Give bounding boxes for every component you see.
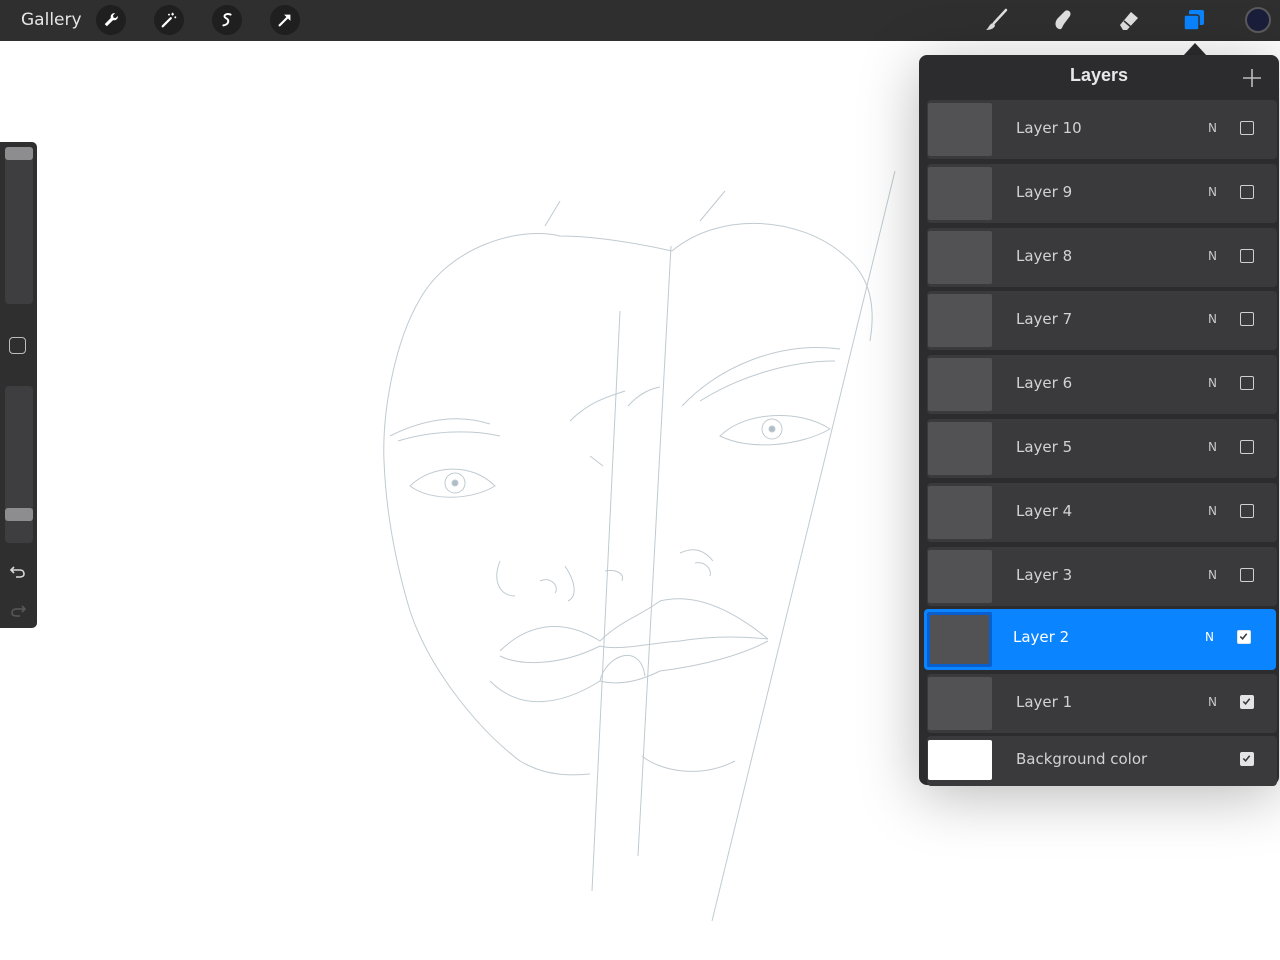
check-icon [1239, 633, 1248, 641]
layer-visibility-checkbox[interactable] [1237, 630, 1251, 645]
left-sidebar [0, 142, 37, 628]
blend-mode-button[interactable]: N [1205, 630, 1214, 644]
undo-icon[interactable] [8, 561, 28, 581]
layer-name: Layer 5 [1016, 438, 1073, 456]
background-color-row[interactable]: Background color [927, 736, 1277, 786]
layer-row[interactable]: Layer 10 N [927, 100, 1277, 159]
eraser-icon [1120, 12, 1138, 30]
layer-visibility-checkbox[interactable] [1240, 312, 1254, 327]
color-picker-button[interactable] [1245, 7, 1271, 33]
opacity-slider[interactable] [5, 386, 33, 543]
layer-visibility-checkbox[interactable] [1240, 248, 1254, 263]
background-visibility-checkbox[interactable] [1240, 752, 1254, 766]
gallery-button[interactable]: Gallery [21, 10, 82, 30]
layer-row[interactable]: Layer 7 N [927, 291, 1277, 351]
brush-size-thumb[interactable] [5, 147, 33, 160]
layer-thumbnail[interactable] [928, 549, 992, 603]
top-toolbar: Gallery [0, 0, 1280, 41]
layer-name: Layer 3 [1016, 565, 1073, 584]
layers-panel: Layers Layer 10 N Layer 9 N Layer 8 N Layer 7 N… [919, 55, 1279, 786]
layer-visibility-checkbox[interactable] [1240, 184, 1254, 199]
layer-visibility-checkbox[interactable] [1240, 376, 1254, 391]
layer-visibility-checkbox[interactable] [1240, 695, 1254, 710]
blend-mode-button[interactable]: N [1208, 185, 1217, 199]
blend-mode-button[interactable]: N [1208, 695, 1217, 709]
layer-thumbnail[interactable] [928, 422, 992, 475]
layer-row[interactable]: Layer 4 N [927, 482, 1277, 542]
transform-arrow-icon [278, 14, 291, 27]
layer-row[interactable]: Layer 2 N [924, 609, 1276, 671]
layer-thumbnail[interactable] [928, 166, 992, 220]
layer-row[interactable]: Layer 5 N [927, 419, 1277, 478]
layer-row[interactable]: Layer 3 N [927, 546, 1277, 606]
smudge-icon [1055, 10, 1071, 30]
layers-panel-title: Layers [1069, 65, 1129, 85]
layer-name: Layer 1 [1016, 693, 1073, 712]
layer-visibility-checkbox[interactable] [1240, 567, 1254, 582]
actions-wrench-button[interactable] [96, 5, 126, 35]
layer-name: Layer 4 [1016, 501, 1073, 520]
brush-size-slider[interactable] [5, 147, 33, 304]
layer-name: Background color [1016, 750, 1148, 768]
layer-row[interactable]: Layer 8 N [927, 227, 1277, 287]
layer-name: Layer 7 [1016, 310, 1073, 329]
check-icon [1242, 755, 1251, 762]
layer-thumbnail[interactable] [928, 677, 992, 731]
layer-name: Layer 2 [1013, 628, 1070, 647]
modify-button[interactable] [9, 337, 26, 354]
blend-mode-button[interactable]: N [1208, 568, 1217, 582]
background-thumbnail[interactable] [928, 740, 992, 780]
adjustments-button[interactable] [154, 5, 184, 35]
layer-thumbnail[interactable] [928, 230, 992, 284]
blend-mode-button[interactable]: N [1208, 504, 1217, 518]
layer-visibility-checkbox[interactable] [1240, 503, 1254, 518]
blend-mode-button[interactable]: N [1208, 249, 1217, 263]
redo-icon[interactable] [8, 600, 28, 620]
layer-visibility-checkbox[interactable] [1240, 121, 1254, 135]
check-icon [1242, 698, 1251, 706]
layer-thumbnail[interactable] [927, 612, 992, 668]
selection-s-icon [222, 13, 232, 27]
layers-icon [1183, 10, 1204, 31]
brush-button[interactable] [982, 5, 1012, 35]
layer-visibility-checkbox[interactable] [1240, 440, 1254, 454]
magic-wand-icon [161, 12, 177, 28]
layer-thumbnail[interactable] [928, 294, 992, 348]
blend-mode-button[interactable]: N [1208, 376, 1217, 390]
opacity-thumb[interactable] [5, 508, 33, 522]
layer-row[interactable]: Layer 6 N [927, 355, 1277, 415]
eraser-button[interactable] [1114, 5, 1144, 35]
blend-mode-button[interactable]: N [1208, 121, 1217, 135]
layer-name: Layer 9 [1016, 182, 1073, 201]
brush-icon [986, 8, 1008, 30]
layer-thumbnail[interactable] [928, 358, 992, 412]
layer-row[interactable]: Layer 1 N [927, 674, 1277, 734]
layer-row[interactable]: Layer 9 N [927, 163, 1277, 223]
blend-mode-button[interactable]: N [1208, 440, 1217, 454]
layers-button[interactable] [1179, 5, 1209, 35]
layer-name: Layer 6 [1016, 374, 1073, 393]
wrench-icon [104, 13, 118, 27]
selection-button[interactable] [212, 5, 242, 35]
add-layer-button[interactable] [1241, 67, 1263, 89]
smudge-button[interactable] [1048, 5, 1078, 35]
layer-name: Layer 8 [1016, 246, 1073, 265]
layer-name: Layer 10 [1016, 119, 1082, 137]
layer-thumbnail[interactable] [928, 485, 992, 539]
transform-button[interactable] [270, 5, 300, 35]
blend-mode-button[interactable]: N [1208, 312, 1217, 326]
layer-thumbnail[interactable] [928, 103, 992, 156]
